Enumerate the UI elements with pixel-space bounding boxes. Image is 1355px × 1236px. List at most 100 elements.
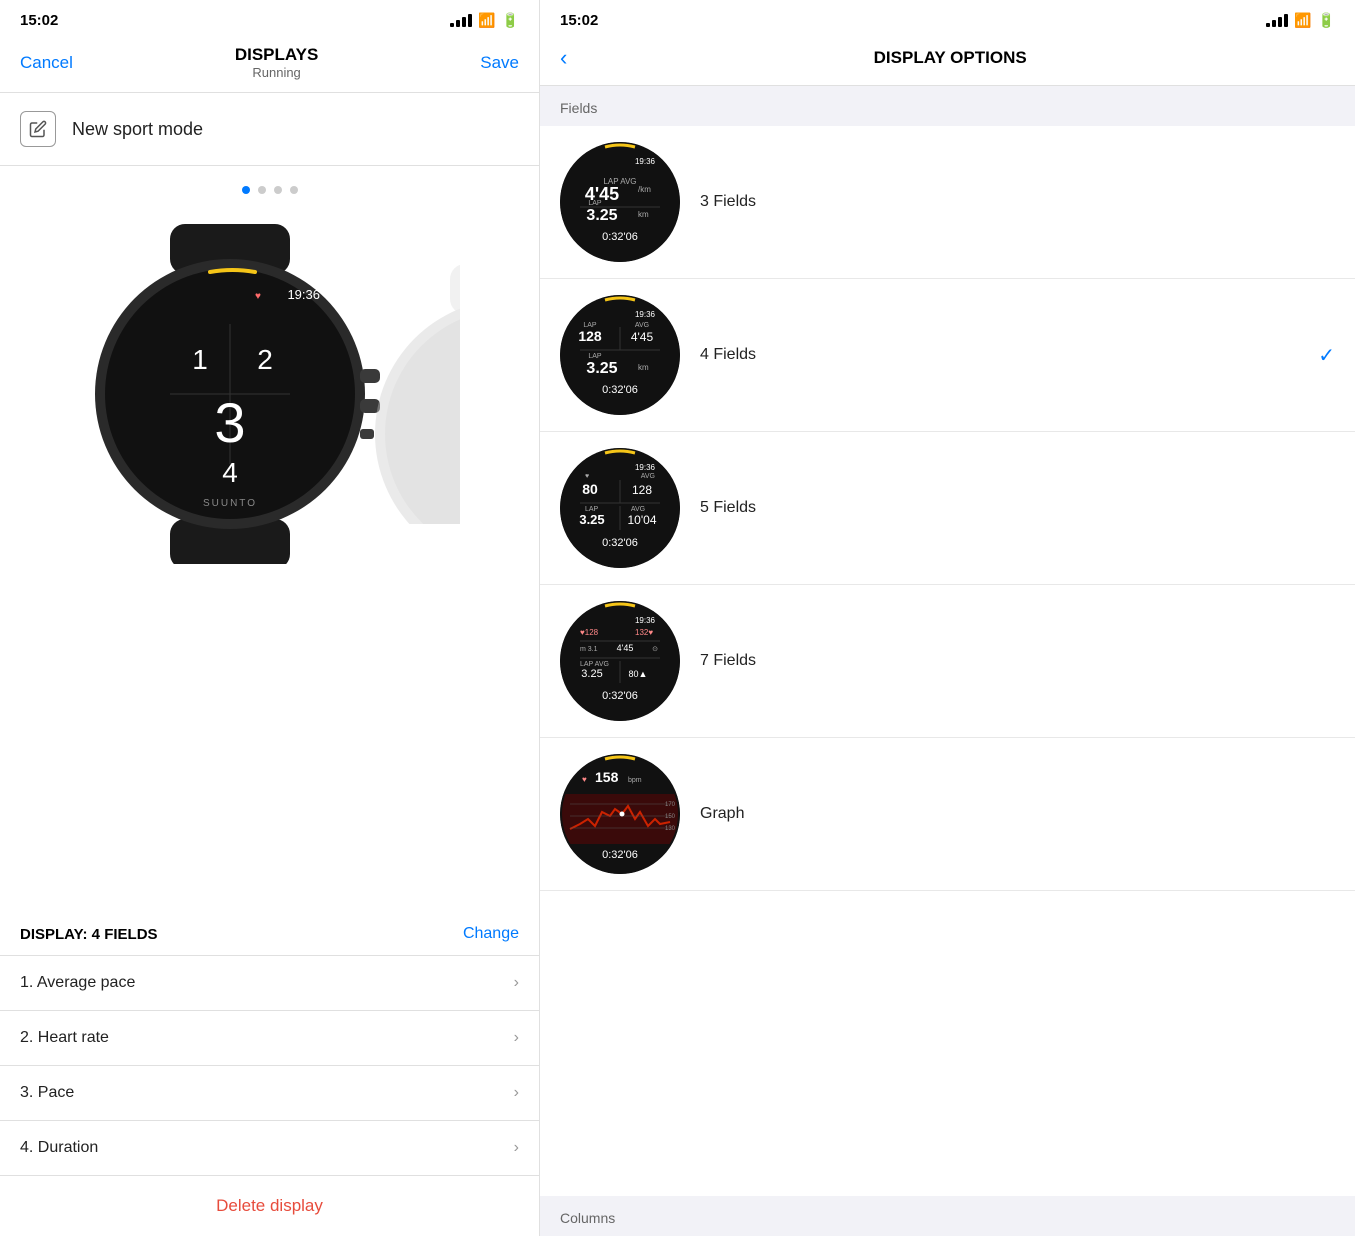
svg-text:1: 1 xyxy=(192,344,208,375)
time-left: 15:02 xyxy=(20,12,58,29)
svg-text:4'45: 4'45 xyxy=(631,330,654,344)
field-list: 1. Average pace › 2. Heart rate › 3. Pac… xyxy=(0,955,539,1176)
options-list: 19:36 LAP AVG 4'45 /km LAP 3.25 km 0:32'… xyxy=(540,126,1355,1196)
field-label-4: 4. Duration xyxy=(20,1139,98,1157)
edit-icon[interactable] xyxy=(20,111,56,147)
main-watch: 19:36 ♥ 1 2 3 4 SUUNTO xyxy=(80,224,380,564)
svg-text:2: 2 xyxy=(257,344,273,375)
chevron-icon-4: › xyxy=(514,1139,519,1157)
nav-title-left: DISPLAYS Running xyxy=(235,45,318,80)
option-graph[interactable]: ♥ 158 bpm 170 150 130 0:32'06 xyxy=(540,738,1355,891)
option-5-fields[interactable]: 19:36 ♥ AVG 80 128 LAP AVG 3.25 10'04 0:… xyxy=(540,432,1355,585)
svg-text:150: 150 xyxy=(665,814,676,820)
svg-text:0:32'06: 0:32'06 xyxy=(602,690,638,702)
svg-text:130: 130 xyxy=(665,826,676,832)
sport-mode-label: New sport mode xyxy=(72,119,203,140)
svg-text:⊙: ⊙ xyxy=(652,646,658,653)
svg-text:LAP: LAP xyxy=(588,200,602,207)
back-button[interactable]: ‹ xyxy=(560,45,567,71)
svg-text:AVG: AVG xyxy=(635,322,649,329)
svg-text:3.25: 3.25 xyxy=(579,512,604,527)
svg-text:128: 128 xyxy=(632,483,652,497)
right-panel: 15:02 📶 🔋 ‹ DISPLAY OPTIONS Fields xyxy=(540,0,1355,1236)
svg-text:♥: ♥ xyxy=(585,473,589,480)
watch-display-area: 19:36 ♥ 1 2 3 4 SUUNTO xyxy=(80,214,460,574)
svg-text:SUUNTO: SUUNTO xyxy=(202,498,256,509)
signal-icon xyxy=(450,14,472,27)
field-label-3: 3. Pace xyxy=(20,1084,74,1102)
display-fields-title: DISPLAY: 4 FIELDS xyxy=(20,926,158,943)
sport-mode-row: New sport mode xyxy=(0,93,539,166)
wifi-icon-right: 📶 xyxy=(1294,12,1311,29)
cancel-button[interactable]: Cancel xyxy=(20,53,73,73)
field-label-1: 1. Average pace xyxy=(20,974,135,992)
selected-check-icon: ✓ xyxy=(1318,343,1335,368)
option-4-fields[interactable]: 19:36 LAP 128 AVG 4'45 LAP 3.25 km 0:32'… xyxy=(540,279,1355,432)
svg-text:♥128: ♥128 xyxy=(580,628,599,637)
dot-3 xyxy=(274,186,282,194)
field-item-4[interactable]: 4. Duration › xyxy=(0,1121,539,1176)
svg-text:km: km xyxy=(638,210,649,219)
fields-section-header: Fields xyxy=(540,86,1355,126)
field-label-2: 2. Heart rate xyxy=(20,1029,109,1047)
svg-text:3: 3 xyxy=(214,391,245,454)
option-label-3-fields: 3 Fields xyxy=(700,193,1335,211)
nav-bar-left: Cancel DISPLAYS Running Save xyxy=(0,37,539,93)
svg-text:80: 80 xyxy=(582,481,598,497)
svg-text:/km: /km xyxy=(638,185,651,194)
svg-text:m 3.1: m 3.1 xyxy=(580,646,598,653)
svg-text:80▲: 80▲ xyxy=(629,669,648,679)
svg-text:♥: ♥ xyxy=(582,775,587,784)
signal-icon-right xyxy=(1266,14,1288,27)
svg-text:0:32'06: 0:32'06 xyxy=(602,849,638,861)
watch-thumb-4-fields: 19:36 LAP 128 AVG 4'45 LAP 3.25 km 0:32'… xyxy=(560,295,680,415)
svg-text:♥: ♥ xyxy=(255,291,261,302)
preview-watch: 1 3 5 xyxy=(360,264,460,524)
carousel-dots xyxy=(242,186,298,194)
svg-text:AVG: AVG xyxy=(631,506,645,513)
svg-text:158: 158 xyxy=(595,769,619,785)
field-item-3[interactable]: 3. Pace › xyxy=(0,1066,539,1121)
running-subtitle: Running xyxy=(235,65,318,80)
battery-icon-right: 🔋 xyxy=(1318,12,1335,29)
svg-text:132♥: 132♥ xyxy=(635,628,653,637)
svg-text:19:36: 19:36 xyxy=(635,616,656,625)
watch-thumb-graph: ♥ 158 bpm 170 150 130 0:32'06 xyxy=(560,754,680,874)
svg-text:bpm: bpm xyxy=(628,777,642,784)
svg-text:4: 4 xyxy=(222,457,238,488)
field-item-1[interactable]: 1. Average pace › xyxy=(0,956,539,1011)
watch-thumb-5-fields: 19:36 ♥ AVG 80 128 LAP AVG 3.25 10'04 0:… xyxy=(560,448,680,568)
svg-text:0:32'06: 0:32'06 xyxy=(602,537,638,549)
option-label-5-fields: 5 Fields xyxy=(700,499,1335,517)
svg-text:km: km xyxy=(638,363,649,372)
columns-section-header: Columns xyxy=(540,1196,1355,1236)
watch-thumb-3-fields: 19:36 LAP AVG 4'45 /km LAP 3.25 km 0:32'… xyxy=(560,142,680,262)
option-label-4-fields: 4 Fields xyxy=(700,346,1318,364)
svg-text:LAP: LAP xyxy=(588,353,602,360)
option-3-fields[interactable]: 19:36 LAP AVG 4'45 /km LAP 3.25 km 0:32'… xyxy=(540,126,1355,279)
svg-text:0:32'06: 0:32'06 xyxy=(602,384,638,396)
field-item-2[interactable]: 2. Heart rate › xyxy=(0,1011,539,1066)
left-panel: 15:02 📶 🔋 Cancel DISPLAYS Running Save xyxy=(0,0,540,1236)
dot-1 xyxy=(242,186,250,194)
option-7-fields[interactable]: 19:36 ♥128 132♥ m 3.1 4'45 ⊙ LAP AVG 3.2… xyxy=(540,585,1355,738)
status-bar-right: 15:02 📶 🔋 xyxy=(540,0,1355,37)
delete-display-button[interactable]: Delete display xyxy=(0,1176,539,1236)
svg-text:19:36: 19:36 xyxy=(287,287,320,302)
chevron-icon-1: › xyxy=(514,974,519,992)
save-button[interactable]: Save xyxy=(480,53,519,73)
dot-4 xyxy=(290,186,298,194)
svg-text:0:32'06: 0:32'06 xyxy=(602,231,638,243)
chevron-icon-3: › xyxy=(514,1084,519,1102)
svg-text:AVG: AVG xyxy=(641,473,655,480)
change-button[interactable]: Change xyxy=(463,925,519,943)
svg-text:3.25: 3.25 xyxy=(586,207,617,224)
status-icons-left: 📶 🔋 xyxy=(450,12,519,29)
option-label-graph: Graph xyxy=(700,805,1335,823)
svg-text:170: 170 xyxy=(665,802,676,808)
svg-text:128: 128 xyxy=(578,328,602,344)
svg-text:19:36: 19:36 xyxy=(635,157,656,166)
watch-thumb-7-fields: 19:36 ♥128 132♥ m 3.1 4'45 ⊙ LAP AVG 3.2… xyxy=(560,601,680,721)
wifi-icon: 📶 xyxy=(478,12,495,29)
svg-text:10'04: 10'04 xyxy=(628,513,657,527)
